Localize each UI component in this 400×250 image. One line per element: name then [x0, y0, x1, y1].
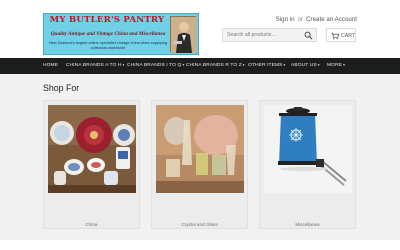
collection-label[interactable]: Miscellanea [260, 222, 355, 227]
nav-item-home[interactable]: HOME [43, 63, 58, 68]
butler-portrait-image [170, 16, 197, 53]
chevron-down-icon: ▾ [343, 62, 345, 67]
collection-card-china[interactable]: China [43, 100, 140, 229]
nav-item-label: CHINA BRANDS R TO Z [186, 62, 242, 68]
collection-image-miscellanea[interactable] [264, 105, 352, 193]
account-links: Sign in or Create an Account [276, 16, 357, 23]
search-icon[interactable] [304, 31, 313, 40]
search-bar[interactable]: Search all products... [222, 28, 317, 42]
nav-item-china-brands-a-h[interactable]: CHINA BRANDS A TO H▾ [66, 63, 124, 68]
collection-label[interactable]: Crystal and Glass [152, 222, 247, 227]
footer-strip [0, 240, 400, 250]
nav-item-about-us[interactable]: ABOUT US▾ [291, 63, 320, 68]
nav-item-label: HOME [43, 62, 59, 68]
logo-title: MY BUTLER'S PANTRY [49, 15, 165, 25]
chevron-down-icon: ▾ [317, 62, 320, 67]
nav-item-label: ABOUT US [291, 62, 317, 68]
cart-label: CART [341, 32, 356, 39]
account-or-text: or [297, 16, 304, 23]
collection-card-crystal-and-glass[interactable]: Crystal and Glass [151, 100, 248, 229]
collection-label[interactable]: China [44, 222, 139, 227]
nav-item-china-brands-r-z[interactable]: CHINA BRANDS R TO Z▾ [186, 63, 245, 68]
chevron-down-icon: ▾ [242, 62, 245, 67]
collection-image-china[interactable] [48, 105, 136, 193]
main-content: Shop For China Crystal and Glass Miscell… [0, 74, 400, 240]
cart-icon [331, 32, 339, 40]
collection-card-miscellanea[interactable]: Miscellanea [259, 100, 356, 229]
create-account-link[interactable]: Create an Account [306, 16, 357, 23]
search-input[interactable]: Search all products... [227, 32, 276, 38]
nav-item-china-brands-i-q[interactable]: CHINA BRANDS I TO Q▾ [127, 63, 184, 68]
nav-item-more[interactable]: MORE▾ [327, 63, 345, 68]
nav-item-label: CHINA BRANDS A TO H [66, 62, 122, 68]
chevron-down-icon: ▾ [283, 62, 286, 67]
nav-item-label: OTHER ITEMS [248, 62, 283, 68]
chevron-down-icon: ▾ [182, 62, 185, 67]
section-title: Shop For [43, 83, 80, 93]
site-logo[interactable]: MY BUTLER'S PANTRY Quality Antique and V… [43, 13, 199, 55]
nav-item-label: MORE [327, 62, 343, 68]
logo-subtitle: New Zealand's largest online specialist … [48, 40, 168, 50]
nav-item-other-items[interactable]: OTHER ITEMS▾ [248, 63, 285, 68]
nav-item-label: CHINA BRANDS I TO Q [127, 62, 182, 68]
cart-button[interactable]: CART [326, 28, 356, 42]
collection-image-crystal-and-glass[interactable] [156, 105, 244, 193]
logo-tagline: Quality Antique and Vintage China and Mi… [50, 31, 166, 37]
site-header: MY BUTLER'S PANTRY Quality Antique and V… [0, 0, 400, 58]
sign-in-link[interactable]: Sign in [276, 16, 295, 23]
main-nav: HOME CHINA BRANDS A TO H▾ CHINA BRANDS I… [0, 58, 400, 74]
chevron-down-icon: ▾ [122, 62, 125, 67]
